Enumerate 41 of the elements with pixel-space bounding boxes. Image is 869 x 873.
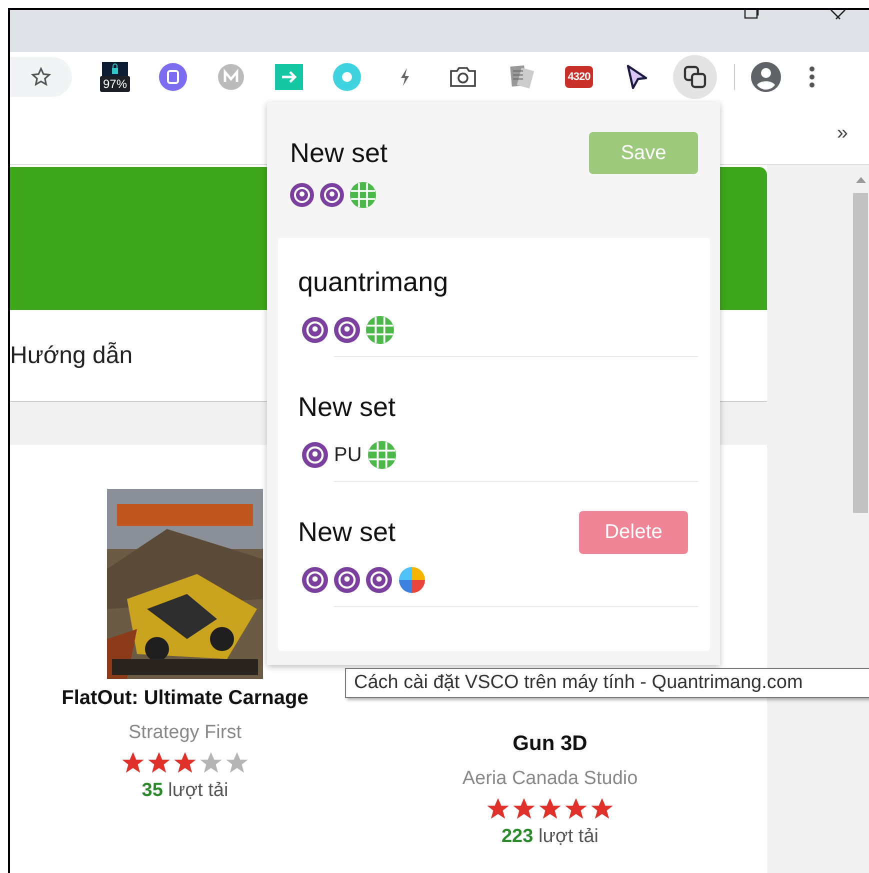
set-name-field[interactable]: New set	[290, 138, 388, 168]
scroll-thumb[interactable]	[853, 193, 868, 513]
grid-icon	[350, 182, 376, 208]
star-icon[interactable]	[30, 66, 52, 88]
restore-icon[interactable]	[743, 10, 761, 20]
counter-extension-icon[interactable]: 4320	[564, 66, 594, 88]
tooltip: Cách cài đặt VSCO trên máy tính - Quantrimang.com	[345, 668, 869, 698]
download-count: 223 lượt tải	[501, 826, 598, 848]
notes-icon[interactable]	[507, 64, 535, 90]
q-icon	[302, 442, 328, 468]
address-bar-end[interactable]	[10, 57, 72, 97]
copy-icon[interactable]	[683, 65, 707, 89]
close-icon[interactable]	[830, 10, 846, 20]
square-extension-icon[interactable]	[159, 63, 187, 91]
bookmarks-overflow[interactable]: »	[836, 122, 848, 144]
grid-icon	[368, 441, 396, 469]
bolt-icon[interactable]	[400, 68, 410, 86]
q-icon	[334, 567, 360, 593]
q-icon	[302, 567, 328, 593]
q-icon	[302, 317, 328, 343]
set-name[interactable]: New set	[298, 392, 396, 422]
nav-link[interactable]: Hướng dẫn	[10, 342, 133, 370]
menu-icon[interactable]	[809, 66, 815, 88]
game-title[interactable]: FlatOut: Ultimate Carnage	[62, 687, 308, 710]
download-count: 35 lượt tải	[142, 780, 228, 802]
q-icon	[290, 183, 314, 207]
publisher-name: Strategy First	[128, 722, 242, 744]
q-icon	[320, 183, 344, 207]
extension-badge: 97%	[100, 76, 130, 92]
set-name[interactable]: New set	[298, 516, 396, 548]
camera-icon[interactable]	[449, 66, 477, 88]
publisher-name: Aeria Canada Studio	[462, 768, 638, 790]
q-icon	[366, 567, 392, 593]
game-title[interactable]: Gun 3D	[512, 732, 588, 756]
grid-icon	[366, 316, 394, 344]
pointer-icon[interactable]	[625, 64, 649, 90]
site-label: PU	[334, 444, 362, 466]
q-icon	[334, 317, 360, 343]
profile-icon[interactable]	[751, 62, 781, 92]
set-name[interactable]: quantrimang	[298, 266, 448, 298]
pinwheel-icon	[398, 566, 426, 594]
